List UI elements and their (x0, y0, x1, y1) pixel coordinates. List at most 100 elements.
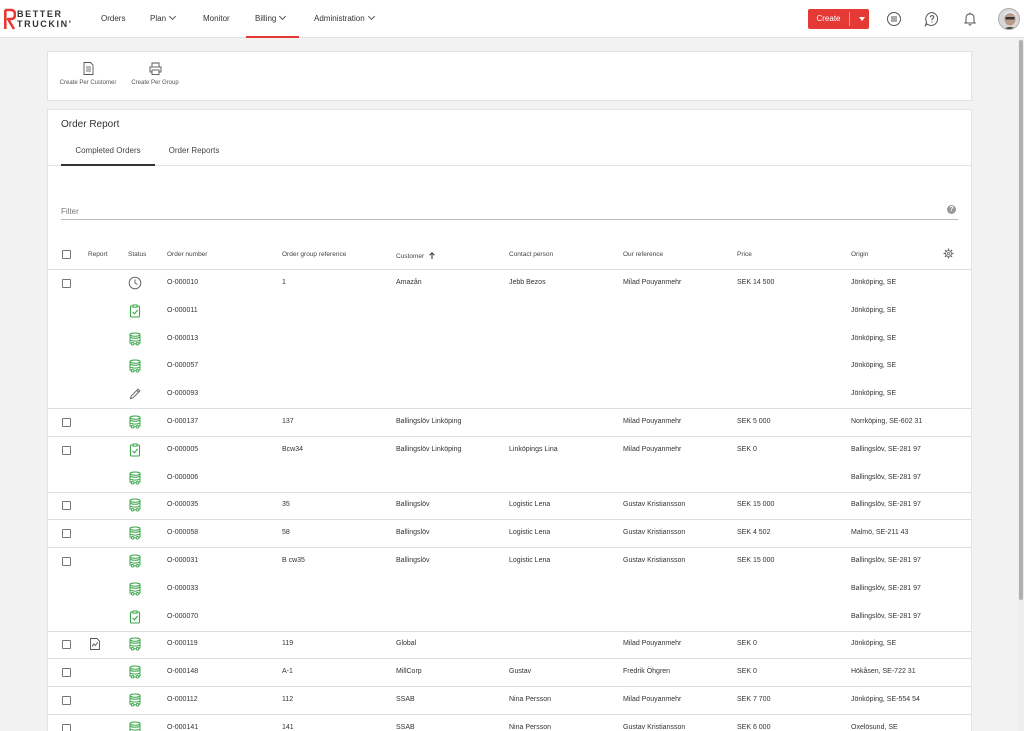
column-header-group-reference[interactable]: Order group reference (282, 251, 346, 258)
logo-r-mark (4, 8, 16, 30)
row-checkbox[interactable] (62, 418, 71, 427)
nav-orders[interactable]: Orders (101, 0, 125, 38)
create-button-label: Create (816, 14, 841, 23)
table-row[interactable]: O-000058 58 Ballingslöv Logistic Lena Gustav… (48, 520, 971, 549)
create-per-group-label: Create Per Group (131, 80, 179, 86)
column-header-our-reference[interactable]: Our reference (623, 251, 663, 258)
nav-plan[interactable]: Plan (150, 0, 177, 38)
origin-cell: Malmö, SE-211 43 (851, 529, 909, 537)
filter-field: ? (61, 202, 958, 220)
select-all-checkbox[interactable] (62, 250, 71, 259)
table-row[interactable]: O-000006 Ballingslöv, SE-281 97 (48, 465, 971, 493)
price-cell: SEK 14 500 (737, 279, 775, 286)
nav-monitor[interactable]: Monitor (203, 0, 230, 38)
delivered-truck-icon (129, 693, 141, 707)
billing-actions-card: Create Per Customer Create Per Group (47, 51, 972, 101)
table-row[interactable]: O-000005 Bcw34 Ballingslöv Linköping Linköp… (48, 437, 971, 465)
table-row[interactable]: O-000031 B cw35 Ballingslöv Logistic Lena Gu… (48, 548, 971, 576)
caret-down-icon[interactable] (859, 17, 865, 21)
price-cell: SEK 7 700 (737, 696, 771, 703)
column-settings-gear-icon[interactable] (943, 248, 954, 259)
row-checkbox[interactable] (62, 723, 71, 731)
group-reference-cell: 141 (282, 723, 294, 731)
avatar[interactable] (998, 8, 1020, 30)
price-cell: SEK 15 000 (737, 557, 775, 564)
order-number-cell: O-000112 (167, 696, 198, 703)
table-row[interactable]: O-000148 A-1 MillCorp Gustav Fredrik Öhgren S… (48, 659, 971, 688)
create-per-group-button[interactable]: Create Per Group (128, 62, 182, 86)
our-reference-cell: Gustav Kristiansson (623, 723, 686, 731)
report-tabs: Completed Orders Order Reports (48, 140, 971, 166)
price-cell: SEK 4 502 (737, 529, 771, 537)
list-icon[interactable] (886, 11, 902, 27)
report-chart-icon[interactable] (89, 638, 101, 651)
table-row[interactable]: O-000119 119 Global Milad Pouyanmehr SEK 0 Jö… (48, 631, 971, 660)
column-header-status[interactable]: Status (128, 251, 146, 258)
nav-billing[interactable]: Billing (246, 0, 299, 38)
row-checkbox[interactable] (62, 640, 71, 650)
order-number-cell: O-000148 (167, 668, 199, 676)
customer-cell: Ballingslöv (396, 529, 430, 537)
origin-cell: Ballingslöv, SE-281 97 (851, 612, 921, 620)
contact-person-cell: Nina Persson (509, 723, 552, 731)
our-reference-cell: Milad Pouyanmehr (623, 640, 682, 648)
row-checkbox[interactable] (62, 501, 71, 511)
better-truckin-logo[interactable]: BETTER TRUCKIN' (4, 8, 84, 32)
table-row[interactable]: O-000137 137 Ballingslöv Linköping Milad Po… (48, 409, 971, 437)
contact-person-cell: Linköpings Lina (509, 445, 558, 453)
row-checkbox[interactable] (62, 696, 71, 705)
column-header-price[interactable]: Price (737, 251, 752, 258)
row-checkbox[interactable] (62, 668, 71, 678)
delivered-truck-icon (129, 498, 141, 512)
user-avatar-icon (999, 9, 1019, 29)
row-checkbox[interactable] (62, 279, 71, 288)
origin-cell: Jönköping, SE (851, 279, 897, 286)
tab-completed-orders[interactable]: Completed Orders (61, 140, 155, 166)
order-number-cell: O-000070 (167, 612, 199, 620)
order-number-cell: O-000005 (167, 445, 199, 453)
customer-cell: Ballingslöv Linköping (396, 445, 462, 453)
logo-text-line2: TRUCKIN' (17, 19, 73, 29)
order-number-cell: O-000137 (167, 418, 199, 425)
delivered-truck-icon (129, 554, 141, 568)
table-row[interactable]: O-000013 Jönköping, SE (48, 326, 971, 354)
row-checkbox[interactable] (62, 557, 71, 566)
table-row[interactable]: O-000141 141 SSAB Nina Persson Gustav Kristi… (48, 715, 971, 731)
row-checkbox[interactable] (62, 529, 71, 539)
nav-billing-label: Billing (255, 14, 277, 23)
nav-administration[interactable]: Administration (314, 0, 375, 38)
table-row[interactable]: O-000010 1 Amazån Jebb Bezos Milad Pouyanmeh… (48, 270, 971, 298)
table-row[interactable]: O-000057 Jönköping, SE (48, 353, 971, 381)
column-header-origin[interactable]: Origin (851, 251, 868, 258)
table-row[interactable]: O-000112 112 SSAB Nina Persson Milad Pouyanm… (48, 687, 971, 715)
table-row[interactable]: O-000035 35 Ballingslöv Logistic Lena Gustav… (48, 492, 971, 521)
sort-ascending-icon[interactable] (429, 252, 435, 259)
table-header: Report Status Order number Order group r… (48, 240, 971, 270)
our-reference-cell: Gustav Kristiansson (623, 529, 686, 537)
column-header-order-number[interactable]: Order number (167, 251, 207, 258)
create-per-customer-button[interactable]: Create Per Customer (58, 62, 118, 86)
tab-order-reports[interactable]: Order Reports (162, 140, 226, 166)
table-row[interactable]: O-000070 Ballingslöv, SE-281 97 (48, 604, 971, 632)
table-row[interactable]: O-000093 Jönköping, SE (48, 381, 971, 410)
row-checkbox[interactable] (62, 445, 71, 455)
column-header-customer[interactable]: Customer (396, 251, 435, 260)
price-cell: SEK 0 (737, 445, 757, 453)
table-row[interactable]: O-000033 Ballingslöv, SE-281 97 (48, 576, 971, 604)
filter-input[interactable] (61, 204, 931, 218)
customer-cell: MillCorp (396, 668, 422, 676)
column-header-contact-person[interactable]: Contact person (509, 251, 553, 258)
create-button[interactable]: Create (808, 9, 869, 29)
filter-help-icon[interactable]: ? (947, 205, 956, 214)
clipboard-check-icon (129, 443, 141, 457)
price-cell: SEK 0 (737, 668, 757, 676)
top-navigation-bar: BETTER TRUCKIN' Orders Plan Monitor Bill… (0, 0, 1024, 38)
delivered-truck-icon (129, 637, 141, 651)
table-row[interactable]: O-000011 Jönköping, SE (48, 298, 971, 326)
bell-icon[interactable] (962, 11, 978, 27)
page-scrollbar-thumb[interactable] (1019, 40, 1023, 600)
contact-person-cell: Logistic Lena (509, 557, 551, 564)
help-icon[interactable] (924, 11, 940, 27)
printer-icon (149, 62, 161, 75)
column-header-report[interactable]: Report (88, 251, 108, 258)
